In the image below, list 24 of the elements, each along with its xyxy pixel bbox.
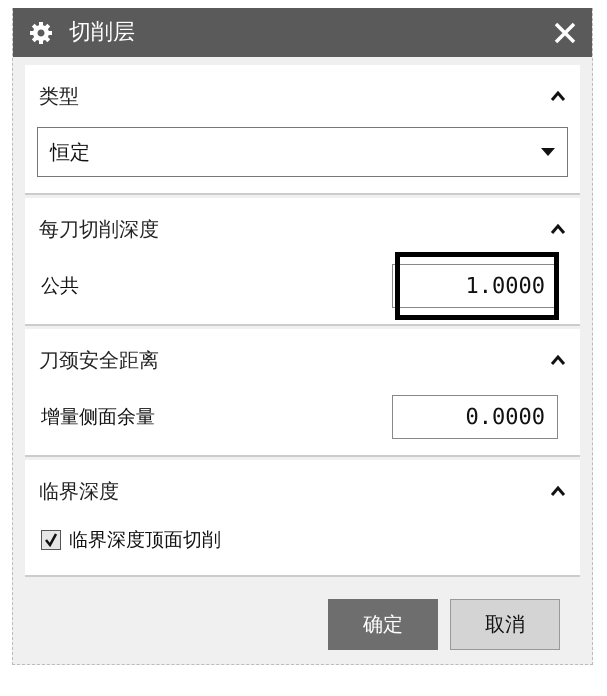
collapse-caret-icon[interactable]: [550, 354, 566, 366]
field-label: 增量侧面余量: [41, 404, 155, 430]
section-title: 每刀切削深度: [39, 216, 159, 243]
cancel-button[interactable]: 取消: [450, 598, 560, 650]
gear-icon: [29, 20, 53, 44]
collapse-caret-icon[interactable]: [550, 223, 566, 235]
section-title: 刀颈安全距离: [39, 347, 159, 374]
field-label: 公共: [41, 274, 79, 299]
collapse-caret-icon[interactable]: [550, 90, 566, 102]
field-value: 0.0000: [466, 404, 545, 432]
dropdown-arrow-icon: [541, 148, 555, 156]
checkbox[interactable]: [41, 530, 61, 550]
ok-button[interactable]: 确定: [328, 598, 438, 650]
checkbox-label: 临界深度顶面切削: [69, 528, 221, 553]
close-icon[interactable]: [554, 22, 576, 44]
section-title: 临界深度: [39, 478, 119, 505]
number-field[interactable]: 0.0000: [392, 395, 558, 439]
section-title: 类型: [39, 83, 79, 110]
window-title: 切削层: [69, 19, 135, 47]
collapse-caret-icon[interactable]: [550, 485, 566, 497]
checkmark-icon: [44, 533, 58, 548]
dropdown-value: 恒定: [50, 139, 90, 166]
field-value: 1.0000: [466, 272, 545, 300]
type-dropdown[interactable]: 恒定: [37, 127, 568, 177]
